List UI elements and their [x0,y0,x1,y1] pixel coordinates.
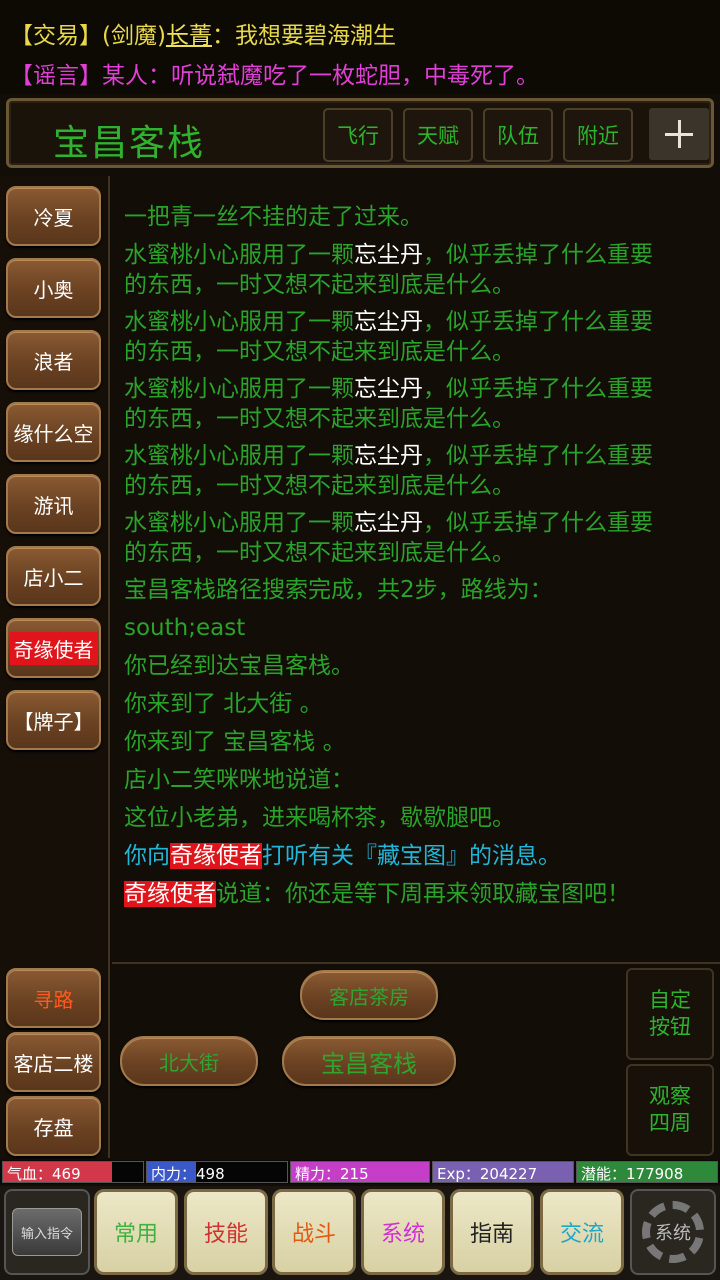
potential-label: 潜能：177908 [581,1165,684,1183]
jingli-label: 精力：215 [295,1165,369,1183]
tab-label: 交流 [559,1222,604,1247]
player-name: 冷夏 [33,205,74,230]
hp-label: 气血：469 [7,1165,81,1183]
player-name: 浪者 [33,349,74,374]
chat-log[interactable]: 一把青一丝不挂的走了过来。 水蜜桃小心服用了一颗忘尘丹，似乎丢掉了什么重要 的东西… [112,176,720,960]
npc-button-selected[interactable]: 奇缘使者 [6,618,101,678]
chat-line: 你已经到达宝昌客栈。 [124,653,354,679]
tab-chat[interactable]: 交流 [540,1189,624,1275]
upstairs-label: 客店二楼 [13,1051,94,1076]
trade-tag: 【交易】 [10,23,102,49]
chat-line: 你来到了 北大街 。 [124,691,323,717]
exit-north-button[interactable]: 客店茶房 [300,970,438,1020]
tab-label: 技能 [203,1222,248,1247]
trade-separator: ： [211,23,235,49]
custom-button[interactable]: 自定 按钮 [626,968,714,1060]
chat-line: south;east [124,615,246,641]
tab-label: 指南 [469,1222,514,1247]
tab-skills[interactable]: 技能 [184,1189,268,1275]
trade-message: 【交易】(剑魔)长菁：我想要碧海潮生 [10,16,396,50]
player-name: 游讯 [33,493,74,518]
save-button[interactable]: 存盘 [6,1096,101,1156]
player-button[interactable]: 缘什么空 [6,402,101,462]
room-title: 宝昌客栈 [53,123,206,164]
player-button[interactable]: 冷夏 [6,186,101,246]
team-button[interactable]: 队伍 [483,108,553,162]
trade-player-link[interactable]: 长菁 [166,23,212,49]
rumor-tag: 【谣言】 [10,63,102,89]
pathfind-button[interactable]: 寻路 [6,968,101,1028]
exits-panel: 客店茶房 北大街 宝昌客栈 自定 按钮 观察 四周 [112,962,720,1158]
bottom-menu: 输入指令 常用 技能 战斗 系统 指南 交流 系统 [0,1186,720,1280]
player-button[interactable]: 小奥 [6,258,101,318]
npc-button[interactable]: 店小二 [6,546,101,606]
look-around-button[interactable]: 观察 四周 [626,1064,714,1156]
talent-button[interactable]: 天赋 [403,108,473,162]
chat-line: 水蜜桃小心服用了一颗忘尘丹，似乎丢掉了什么重要 的东西，一时又想不起来到底是什么。 [124,309,653,365]
command-input-button[interactable]: 输入指令 [4,1189,90,1275]
exit-west-button[interactable]: 北大街 [120,1036,258,1086]
pathfind-label: 寻路 [33,987,74,1012]
npc-name: 奇缘使者 [9,631,98,665]
tab-system[interactable]: 系统 [361,1189,445,1275]
npc-name: 店小二 [23,565,84,590]
player-name: 缘什么空 [13,421,94,446]
tab-label: 系统 [380,1222,425,1247]
gear-icon: 系统 [642,1201,704,1263]
item-link[interactable]: 忘尘丹 [354,376,423,402]
chat-line: 你向奇缘使者打听有关『藏宝图』的消息。 [124,843,561,869]
tab-combat[interactable]: 战斗 [272,1189,356,1275]
chat-line: 店小二笑咪咪地说道： [124,767,354,793]
save-label: 存盘 [33,1115,74,1140]
settings-button[interactable]: 系统 [630,1189,716,1275]
chat-line: 水蜜桃小心服用了一颗忘尘丹，似乎丢掉了什么重要 的东西，一时又想不起来到底是什么。 [124,443,653,499]
trade-text: 我想要碧海潮生 [234,23,396,49]
player-button[interactable]: 游讯 [6,474,101,534]
broadcast-panel: 【交易】(剑魔)长菁：我想要碧海潮生 【谣言】某人：听说弑魔吃了一枚蛇胆，中毒死… [0,0,720,94]
chat-line: 一把青一丝不挂的走了过来。 [124,204,423,230]
chat-line: 这位小老弟，进来喝杯茶，歇歇腿吧。 [124,805,515,831]
chat-line: 你来到了 宝昌客栈 。 [124,729,346,755]
tab-label: 常用 [113,1222,158,1247]
chat-line: 水蜜桃小心服用了一颗忘尘丹，似乎丢掉了什么重要 的东西，一时又想不起来到底是什么。 [124,376,653,432]
item-link[interactable]: 忘尘丹 [354,242,423,268]
hp-bar: 气血：469 [2,1161,144,1183]
plus-icon[interactable] [649,108,709,160]
jingli-bar: 精力：215 [290,1161,430,1183]
keyboard-icon: 输入指令 [12,1208,82,1256]
neili-bar: 内力：498 [146,1161,288,1183]
rumor-message: 【谣言】某人：听说弑魔吃了一枚蛇胆，中毒死了。 [10,56,539,90]
exp-label: Exp：204227 [437,1165,538,1183]
item-link[interactable]: 忘尘丹 [354,510,423,536]
chat-line: 宝昌客栈路径搜索完成，共2步，路线为： [124,577,553,603]
left-sidebar: 冷夏 小奥 浪者 缘什么空 游讯 店小二 奇缘使者 【牌子】 寻路 客店二楼 存… [0,176,110,1158]
settings-label: 系统 [655,1223,691,1244]
player-button[interactable]: 浪者 [6,330,101,390]
neili-label: 内力：498 [151,1165,225,1183]
item-name: 【牌子】 [13,709,94,734]
rumor-text: 某人：听说弑魔吃了一枚蛇胆，中毒死了。 [102,63,539,89]
item-link[interactable]: 忘尘丹 [354,309,423,335]
tab-common[interactable]: 常用 [94,1189,178,1275]
npc-name-link[interactable]: 奇缘使者 [170,843,262,869]
exp-bar: Exp：204227 [432,1161,574,1183]
potential-bar: 潜能：177908 [576,1161,718,1183]
upstairs-button[interactable]: 客店二楼 [6,1032,101,1092]
fly-button[interactable]: 飞行 [323,108,393,162]
nearby-button[interactable]: 附近 [563,108,633,162]
current-room-button[interactable]: 宝昌客栈 [282,1036,456,1086]
trade-faction: (剑魔) [102,23,166,49]
chat-line: 奇缘使者说道：你还是等下周再来领取藏宝图吧！ [124,881,630,907]
npc-name-link[interactable]: 奇缘使者 [124,881,216,907]
tab-guide[interactable]: 指南 [450,1189,534,1275]
chat-line: 水蜜桃小心服用了一颗忘尘丹，似乎丢掉了什么重要 的东西，一时又想不起来到底是什么。 [124,242,653,298]
item-button[interactable]: 【牌子】 [6,690,101,750]
tab-label: 战斗 [291,1222,336,1247]
command-label: 输入指令 [20,1226,73,1242]
chat-line: 水蜜桃小心服用了一颗忘尘丹，似乎丢掉了什么重要 的东西，一时又想不起来到底是什么。 [124,510,653,566]
player-name: 小奥 [33,277,74,302]
item-link[interactable]: 忘尘丹 [354,443,423,469]
status-bar: 气血：469 内力：498 精力：215 Exp：204227 潜能：17790… [0,1160,720,1184]
room-header: 宝昌客栈 飞行 天赋 队伍 附近 [6,98,714,168]
